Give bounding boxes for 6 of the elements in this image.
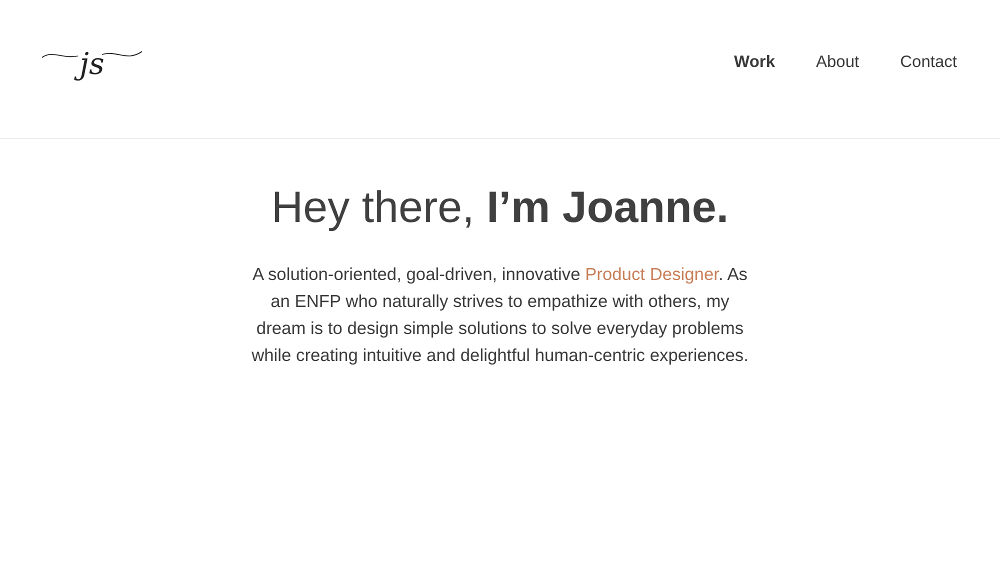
intro-paragraph: A solution-oriented, goal-driven, innovative Product Designer. As an ENFP who naturally strives to empathize with others, my dream is to design simple solutions to solve everyday problems while creating intuitive and delightful human-centric experiences. [250, 263, 750, 367]
logo[interactable]: js [42, 39, 142, 89]
nav-link[interactable]: Contact [900, 52, 957, 72]
hero-heading: Hey there, I’m Joanne. [271, 183, 729, 233]
nav-link[interactable]: About [816, 52, 860, 72]
nav-link[interactable]: Work [734, 52, 775, 72]
